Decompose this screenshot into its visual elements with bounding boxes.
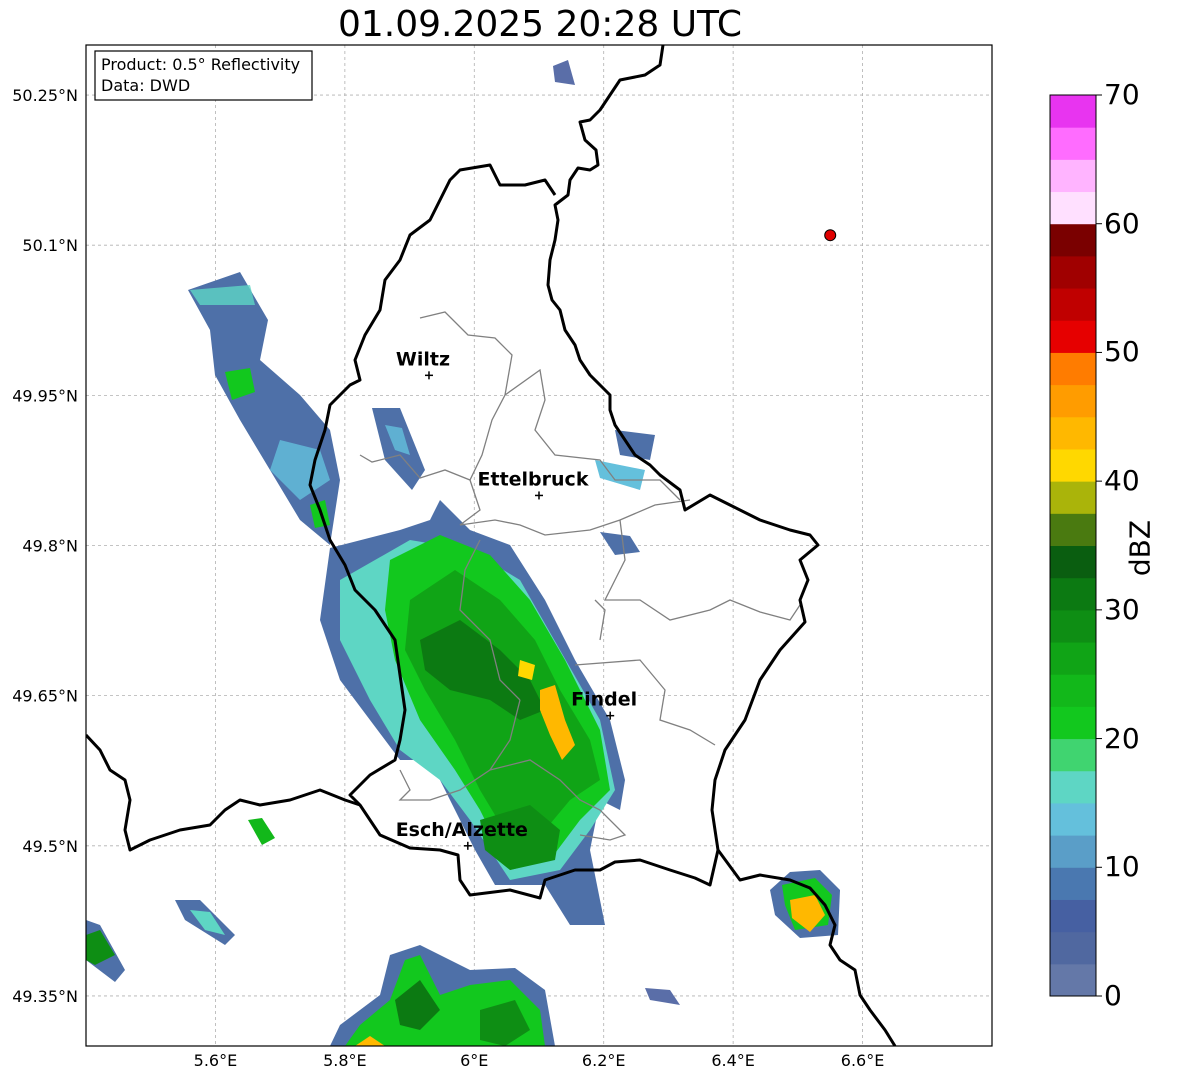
info-product: Product: 0.5° Reflectivity [101,55,300,74]
colorbar-segment [1050,899,1096,933]
colorbar-tick-label: 0 [1104,979,1122,1012]
colorbar-segment [1050,674,1096,707]
location-marker [824,229,837,242]
lat-tick-label: 50.1°N [22,236,78,255]
colorbar-segment [1050,288,1096,321]
lat-tick-label: 49.8°N [22,537,78,556]
colorbar-segment [1050,770,1096,804]
lon-tick-label: 6.2°E [582,1051,626,1070]
colorbar-segment [1050,867,1096,900]
colorbar-segment [1050,320,1096,353]
lon-tick-label: 5.8°E [323,1051,367,1070]
colorbar-segment [1050,802,1096,836]
colorbar-segment [1050,642,1096,675]
info-box: Product: 0.5° Reflectivity Data: DWD [94,50,313,101]
colorbar-tick-label: 10 [1104,850,1140,884]
lon-tick-label: 6°E [460,1051,488,1070]
colorbar-segment [1050,963,1096,997]
lon-tick-label: 6.4°E [711,1051,755,1070]
colorbar-segment [1050,835,1096,868]
colorbar-segment [1050,577,1096,611]
colorbar-tick-label: 70 [1104,78,1140,111]
colorbar-label: dBZ [1123,519,1157,577]
colorbar-segment [1050,706,1096,740]
colorbar-segment [1050,191,1096,225]
lon-tick-label: 5.6°E [194,1051,238,1070]
lat-tick-label: 49.5°N [22,837,78,856]
colorbar-tick-label: 20 [1104,721,1140,755]
colorbar-segment [1050,931,1096,965]
colorbar-segment [1050,738,1096,772]
lat-tick-label: 50.25°N [12,86,78,105]
colorbar-segment [1050,159,1096,193]
colorbar-segment [1050,352,1096,386]
colorbar-segment [1050,545,1096,579]
radar-map: Wiltz Ettelbruck Findel Esch/Alzette 50.25°… [12,44,1102,1070]
colorbar-segment [1050,127,1096,160]
lat-tick-label: 49.65°N [12,687,78,706]
city-label: Wiltz [396,348,450,370]
city-label: Ettelbruck [478,468,589,490]
colorbar-segment [1050,255,1096,289]
colorbar-segment [1050,513,1096,546]
colorbar-tick-label: 60 [1104,206,1140,240]
colorbar [1050,94,1102,997]
colorbar-tick-label: 40 [1104,464,1140,498]
city-label: Esch/Alzette [396,819,528,841]
colorbar-segment [1050,223,1096,257]
colorbar-segment [1050,95,1096,128]
info-source: Data: DWD [101,76,190,95]
city-label: Findel [571,689,637,711]
colorbar-segment [1050,416,1096,450]
lat-tick-label: 49.35°N [12,987,78,1006]
colorbar-segment [1050,384,1096,418]
colorbar-segment [1050,481,1096,514]
lat-tick-label: 49.95°N [12,386,78,405]
lon-tick-label: 6.6°E [841,1051,885,1070]
colorbar-segment [1050,609,1096,643]
colorbar-tick-label: 30 [1104,592,1140,626]
colorbar-segment [1050,448,1096,482]
colorbar-tick-label: 50 [1104,335,1140,369]
